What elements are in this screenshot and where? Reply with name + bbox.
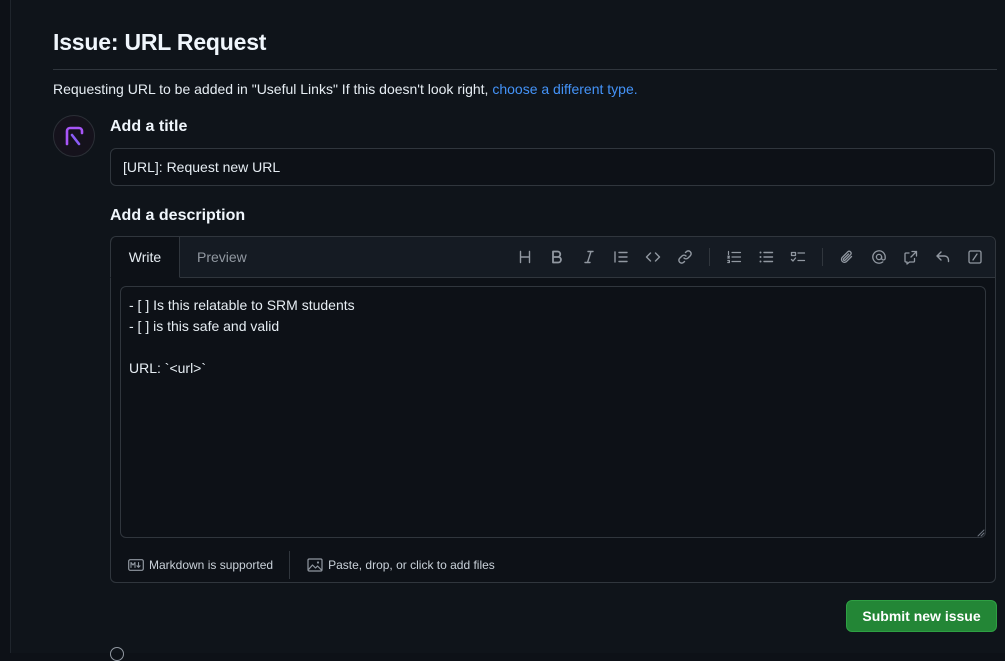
task-list-icon[interactable]	[786, 245, 810, 269]
attach-icon[interactable]	[835, 245, 859, 269]
reply-icon[interactable]	[931, 245, 955, 269]
avatar-logo-icon	[65, 126, 84, 146]
issue-title-input[interactable]	[110, 148, 995, 186]
mention-icon[interactable]	[867, 245, 891, 269]
cross-reference-icon[interactable]	[899, 245, 923, 269]
page-title: Issue: URL Request	[53, 29, 267, 55]
toolbar-divider	[709, 248, 710, 266]
tab-preview[interactable]: Preview	[197, 237, 247, 277]
title-label: Add a title	[110, 118, 188, 135]
choose-different-type-link[interactable]: choose a different type.	[492, 81, 637, 97]
description-editor: Write Preview - [] Is this relatable to…	[110, 236, 996, 583]
italic-icon[interactable]	[577, 245, 601, 269]
editor-header: Write Preview	[110, 237, 995, 278]
submit-new-issue-button[interactable]: Submit new issue	[846, 600, 997, 632]
title-divider	[53, 69, 997, 70]
quote-icon[interactable]	[609, 245, 633, 269]
markdown-supported-text: Markdown is supported	[149, 558, 274, 572]
editor-footer: Markdown is supported Paste, drop, or cl…	[111, 547, 995, 583]
template-description-text: Requesting URL to be added in "Useful Li…	[53, 81, 493, 97]
issue-body-textarea[interactable]	[120, 286, 986, 538]
add-files-button[interactable]: Paste, drop, or click to add files	[290, 557, 511, 573]
toolbar-divider	[822, 248, 823, 266]
image-icon	[307, 558, 323, 572]
resize-handle-icon[interactable]	[977, 529, 985, 537]
avatar[interactable]	[53, 115, 95, 157]
markdown-icon	[128, 559, 144, 571]
info-icon	[110, 647, 124, 661]
markdown-toolbar	[505, 245, 987, 269]
slash-command-icon[interactable]	[963, 245, 987, 269]
add-files-text: Paste, drop, or click to add files	[328, 558, 495, 572]
unordered-list-icon[interactable]	[754, 245, 778, 269]
bold-icon[interactable]	[545, 245, 569, 269]
markdown-supported-link[interactable]: Markdown is supported	[111, 558, 289, 572]
ordered-list-icon[interactable]	[722, 245, 746, 269]
description-label: Add a description	[110, 207, 246, 224]
code-icon[interactable]	[641, 245, 665, 269]
heading-icon[interactable]	[513, 245, 537, 269]
link-icon[interactable]	[673, 245, 697, 269]
tab-write[interactable]: Write	[110, 237, 180, 278]
template-description: Requesting URL to be added in "Useful Li…	[53, 81, 638, 97]
